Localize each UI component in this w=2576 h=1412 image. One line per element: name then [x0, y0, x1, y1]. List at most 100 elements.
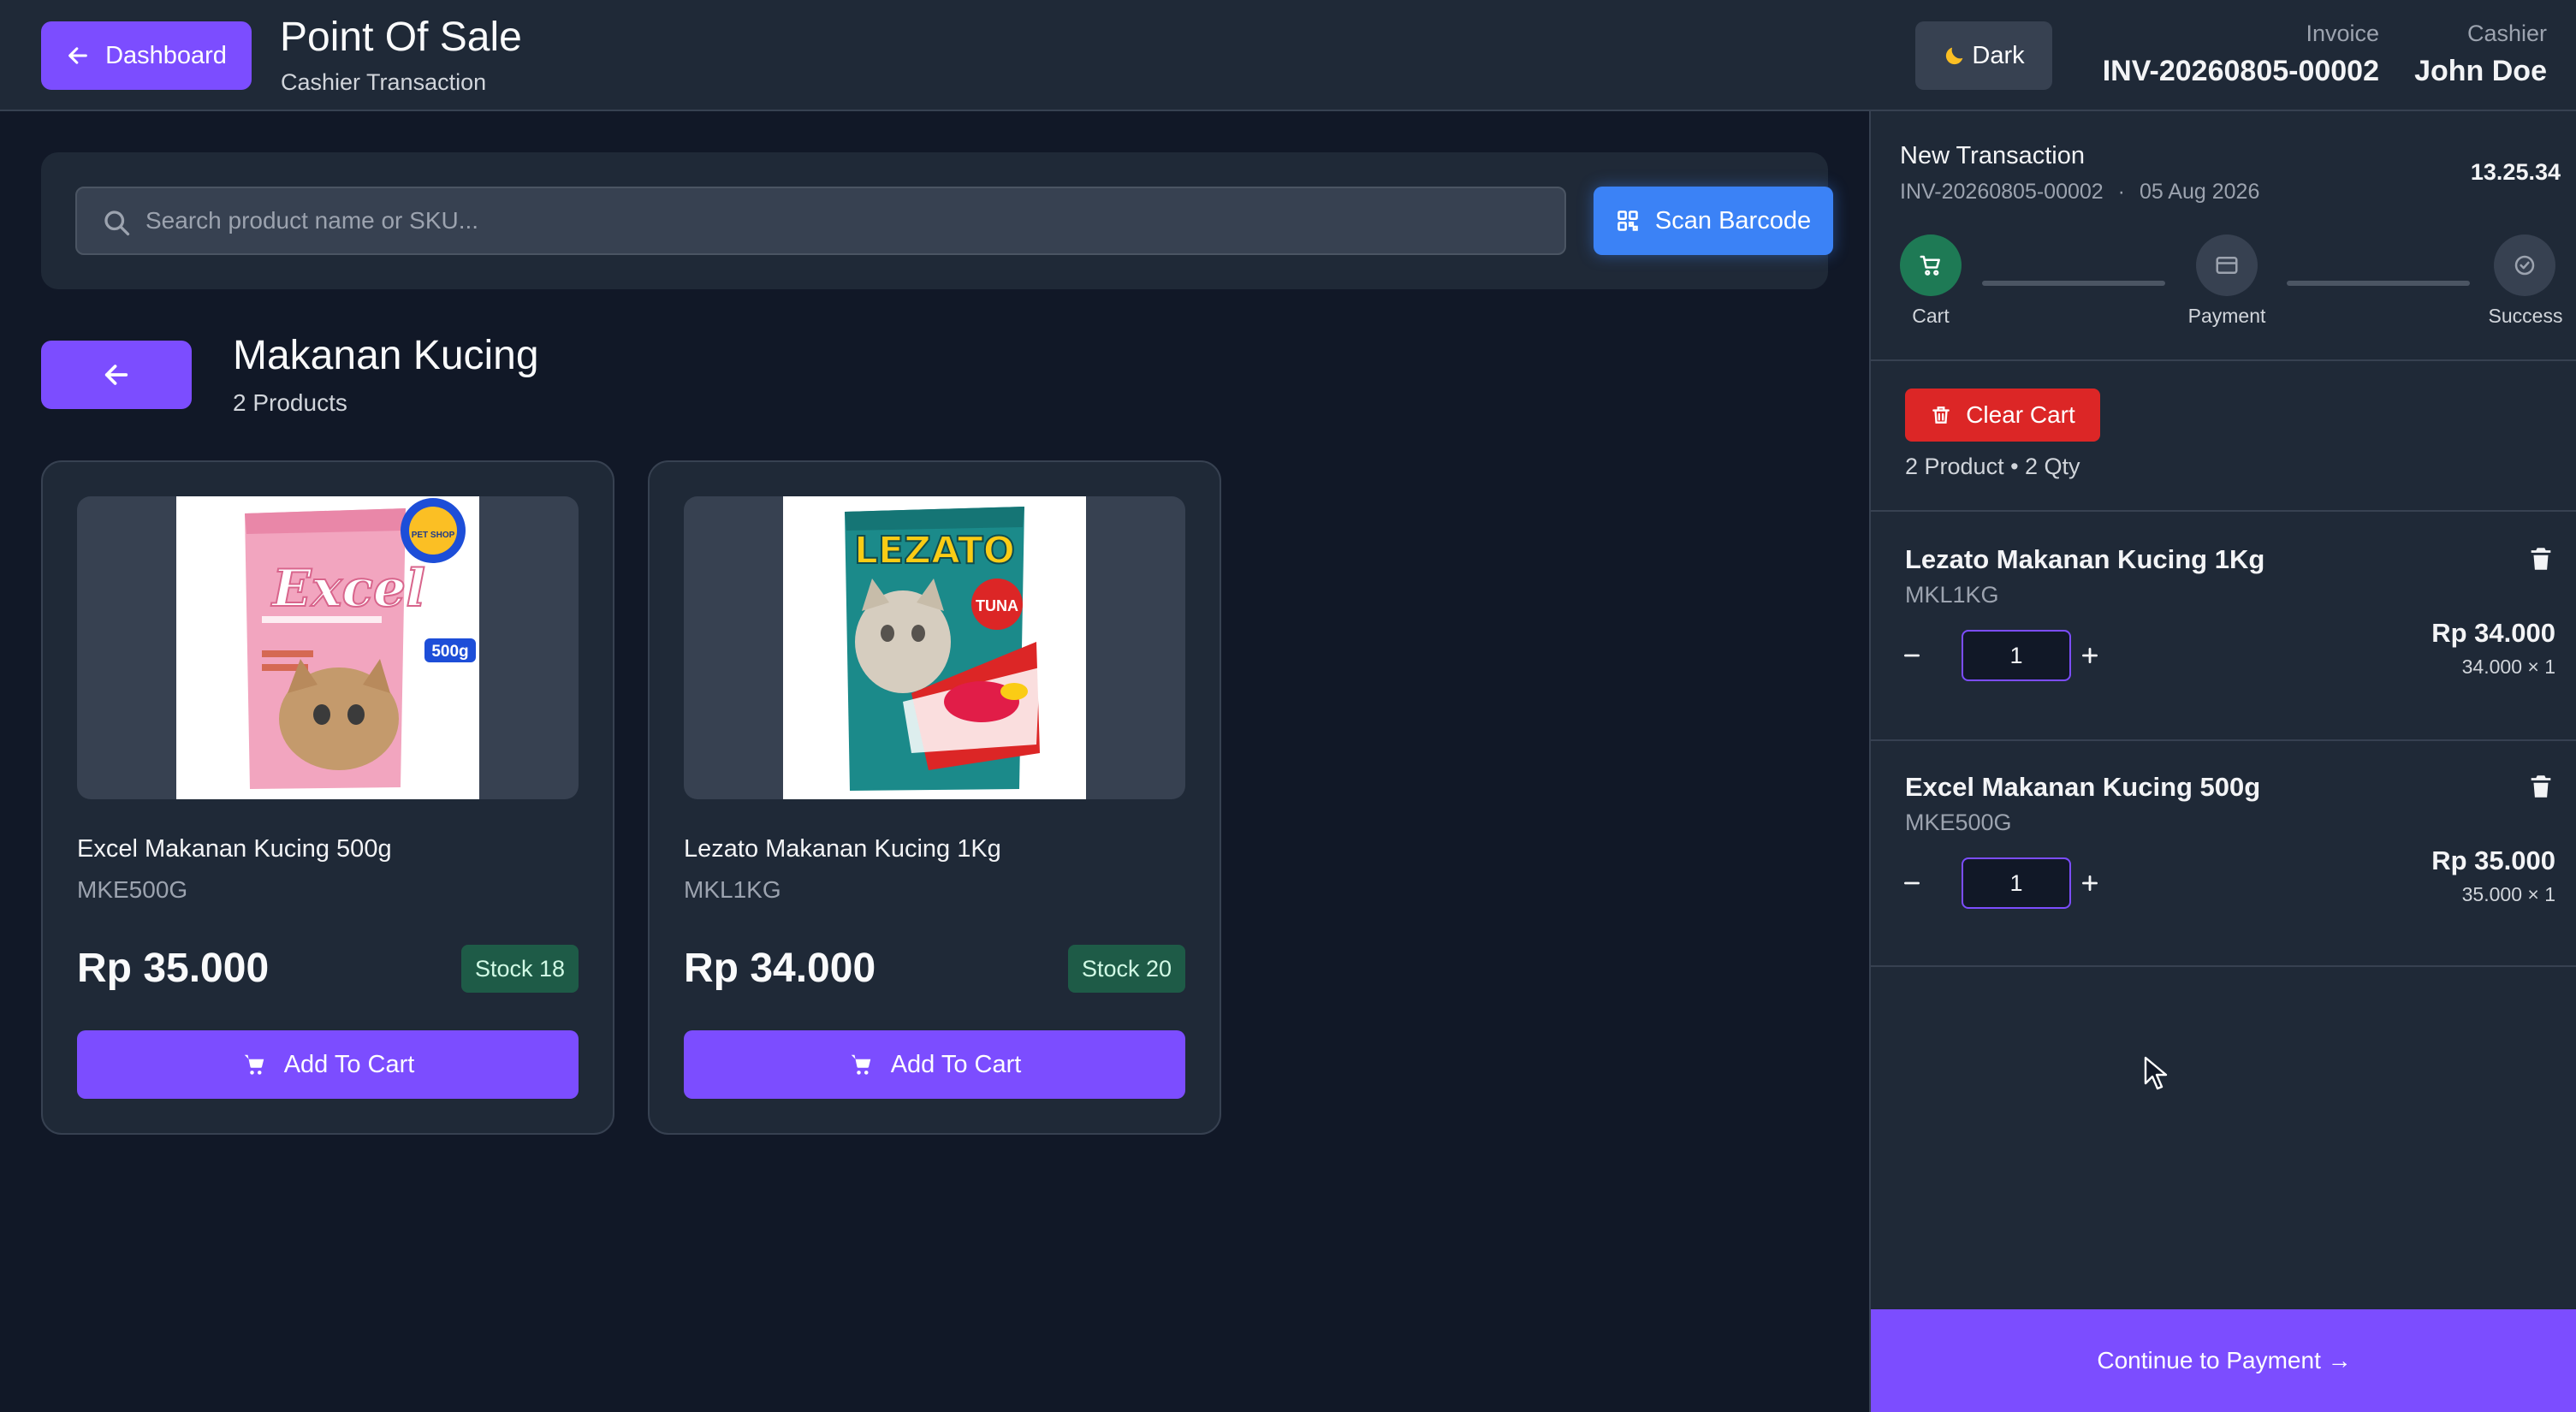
scan-barcode-button[interactable]: Scan Barcode: [1594, 187, 1833, 255]
transaction-invoice: INV-20260805-00002: [1900, 180, 2104, 204]
clear-cart-label: Clear Cart: [1966, 401, 2075, 428]
product-card: Excel PET SHOP 500g Excel Makanan Kucing…: [41, 460, 614, 1135]
check-circle-icon: [2514, 255, 2535, 276]
svg-text:500g: 500g: [431, 643, 468, 661]
invoice-value: INV-20260805-00002: [2102, 55, 2379, 87]
back-button[interactable]: [41, 341, 192, 409]
arrow-left-icon: [104, 365, 128, 385]
continue-to-payment-button[interactable]: Continue to Payment →: [1871, 1309, 2576, 1412]
product-name: Lezato Makanan Kucing 1Kg: [684, 835, 1001, 863]
product-image[interactable]: Excel PET SHOP 500g: [176, 496, 479, 799]
cart-sidebar: New Transaction INV-20260805-00002 · 05 …: [1869, 111, 2576, 1412]
search-input[interactable]: [145, 188, 1549, 253]
svg-text:TUNA: TUNA: [976, 597, 1018, 614]
search-box: [75, 187, 1566, 255]
cart-icon: [1920, 255, 1940, 276]
quantity-input[interactable]: [1962, 857, 2071, 909]
divider: [1871, 359, 2576, 361]
cart-item: Lezato Makanan Kucing 1Kg MKL1KG Rp 34.0…: [1871, 512, 2576, 739]
product-name: Excel Makanan Kucing 500g: [77, 835, 392, 863]
product-price: Rp 35.000: [77, 946, 270, 991]
separator: ·: [2117, 180, 2125, 204]
cart-item: Excel Makanan Kucing 500g MKE500G Rp 35.…: [1871, 739, 2576, 967]
cart-icon: [851, 1054, 870, 1075]
page-title: Point Of Sale: [280, 15, 522, 60]
page-subtitle: Cashier Transaction: [281, 69, 487, 95]
step-label-success: Success: [2488, 305, 2563, 327]
cart-summary: 2 Product • 2 Qty: [1905, 454, 2080, 479]
lezato-package-image: LEZATO TUNA: [783, 496, 1086, 799]
minus-icon: [1904, 881, 1920, 885]
transaction-title: New Transaction: [1900, 142, 2085, 169]
cart-item-price: Rp 35.000: [2431, 845, 2555, 875]
cart-item-sku: MKE500G: [1905, 810, 2012, 835]
decrease-qty-button[interactable]: [1893, 864, 1931, 902]
product-image-frame: Excel PET SHOP 500g: [77, 496, 579, 799]
top-header: Dashboard Point Of Sale Cashier Transact…: [0, 0, 2576, 111]
stock-badge: Stock 20: [1067, 945, 1185, 993]
trash-icon: [1932, 406, 1950, 424]
cart-item-name: Lezato Makanan Kucing 1Kg: [1905, 544, 2265, 574]
product-card: LEZATO TUNA Lezato Makanan Kucing 1Kg MK…: [648, 460, 1221, 1135]
product-image[interactable]: LEZATO TUNA: [783, 496, 1086, 799]
step-label-payment: Payment: [2187, 305, 2266, 327]
product-image-frame: LEZATO TUNA: [684, 496, 1185, 799]
theme-toggle-label: Dark: [1972, 41, 2025, 69]
search-panel: Scan Barcode: [41, 152, 1833, 289]
step-payment: [2196, 234, 2258, 296]
step-connector: [1982, 281, 2165, 286]
transaction-invoice-line: INV-20260805-00002 · 05 Aug 2026: [1900, 180, 2259, 205]
add-to-cart-label: Add To Cart: [283, 1050, 415, 1078]
svg-text:LEZATO: LEZATO: [854, 529, 1015, 573]
stock-badge: Stock 18: [460, 945, 579, 993]
excel-package-image: Excel PET SHOP 500g: [176, 496, 479, 799]
cart-item-price: Rp 34.000: [2431, 618, 2555, 648]
add-to-cart-button[interactable]: Add To Cart: [684, 1030, 1185, 1099]
plus-icon: [2082, 875, 2098, 891]
dashboard-button[interactable]: Dashboard: [41, 21, 252, 90]
divider: [1871, 965, 2576, 967]
cart-item-name: Excel Makanan Kucing 500g: [1905, 772, 2261, 802]
step-success: [2494, 234, 2555, 296]
trash-icon[interactable]: [2526, 544, 2555, 573]
decrease-qty-button[interactable]: [1893, 637, 1931, 674]
product-price: Rp 34.000: [684, 946, 876, 991]
transaction-time: 13.25.34: [2470, 159, 2561, 185]
mouse-cursor-icon: [2144, 1056, 2168, 1090]
transaction-date: 05 Aug 2026: [2139, 180, 2260, 204]
add-to-cart-label: Add To Cart: [890, 1050, 1022, 1078]
dashboard-label: Dashboard: [105, 41, 227, 69]
cashier-value: John Doe: [2414, 55, 2547, 87]
increase-qty-button[interactable]: [2071, 637, 2109, 674]
qr-code-icon: [1617, 211, 1638, 231]
trash-icon[interactable]: [2526, 772, 2555, 801]
product-sku: MKE500G: [77, 876, 188, 903]
cashier-label: Cashier: [2466, 21, 2547, 46]
moon-icon: [1946, 47, 1963, 65]
invoice-label: Invoice: [2306, 21, 2379, 46]
pos-page: Dashboard Point Of Sale Cashier Transact…: [0, 0, 2576, 1412]
category-product-count: 2 Products: [233, 389, 347, 416]
clear-cart-button[interactable]: Clear Cart: [1905, 389, 2100, 442]
credit-card-icon: [2216, 257, 2238, 274]
cart-item-sku: MKL1KG: [1905, 582, 1999, 608]
arrow-left-icon: [68, 47, 87, 64]
step-cart: [1900, 234, 1962, 296]
scan-barcode-label: Scan Barcode: [1654, 206, 1812, 234]
search-icon: [104, 211, 130, 236]
quantity-input[interactable]: [1962, 630, 2071, 681]
cart-item-unit-price: 34.000 × 1: [2461, 656, 2555, 678]
svg-text:Excel: Excel: [270, 559, 425, 619]
theme-toggle-button[interactable]: Dark: [1915, 21, 2052, 90]
plus-icon: [2082, 648, 2098, 663]
step-label-cart: Cart: [1912, 305, 1950, 327]
step-connector: [2287, 281, 2470, 286]
product-sku: MKL1KG: [684, 876, 781, 903]
cart-item-unit-price: 35.000 × 1: [2461, 883, 2555, 905]
increase-qty-button[interactable]: [2071, 864, 2109, 902]
add-to-cart-button[interactable]: Add To Cart: [77, 1030, 579, 1099]
category-title: Makanan Kucing: [233, 333, 539, 378]
svg-text:PET SHOP: PET SHOP: [412, 531, 455, 540]
minus-icon: [1904, 654, 1920, 657]
cart-icon: [244, 1054, 264, 1075]
